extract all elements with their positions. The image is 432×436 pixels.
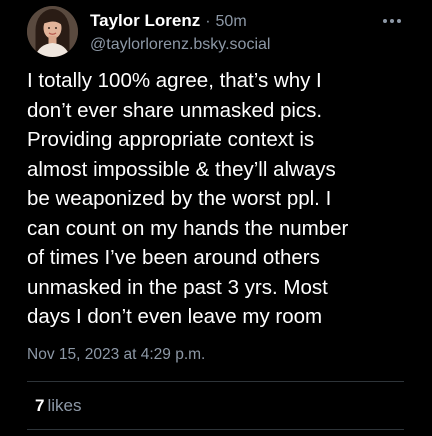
post-time-ago[interactable]: 50m: [216, 13, 247, 31]
post-body-line: days I don’t even leave my room: [27, 305, 323, 328]
author-display-name[interactable]: Taylor Lorenz: [90, 11, 200, 31]
post-body-line: unmasked in the past 3 yrs. Most: [27, 275, 328, 299]
post-body-line: don’t ever share unmasked pics.: [27, 98, 323, 122]
profile-photo-icon: [27, 6, 78, 57]
likes-label: likes: [47, 396, 82, 415]
post-body-line: almost impossible & they’ll always: [27, 157, 336, 181]
post-timestamp: Nov 15, 2023 at 4:29 p.m.: [27, 346, 206, 363]
divider: [27, 429, 404, 430]
ellipsis-icon-dot: [390, 19, 394, 23]
likes-link[interactable]: 7 likes: [35, 396, 81, 416]
separator-dot: ·: [205, 13, 211, 30]
author-line: Taylor Lorenz · 50m: [90, 11, 247, 33]
post-body-line: I totally 100% agree, that’s why I: [27, 69, 322, 92]
post: Taylor Lorenz · 50m @taylorlorenz.bsky.s…: [0, 0, 432, 436]
author-handle[interactable]: @taylorlorenz.bsky.social: [90, 36, 270, 54]
more-options-button[interactable]: [380, 12, 404, 30]
likes-count: 7: [35, 396, 45, 415]
post-body-line: Providing appropriate context is: [27, 128, 315, 151]
divider: [27, 381, 404, 382]
avatar[interactable]: [27, 6, 78, 57]
post-body-line: be weaponized by the worst ppl. I: [27, 187, 332, 210]
post-body-line: can count on my hands the number: [27, 216, 349, 240]
ellipsis-icon-dot: [397, 19, 401, 23]
ellipsis-icon-dot: [383, 19, 387, 23]
post-body: I totally 100% agree, that’s why I don’t…: [27, 66, 417, 332]
post-body-line: of times I’ve been around others: [27, 246, 320, 269]
